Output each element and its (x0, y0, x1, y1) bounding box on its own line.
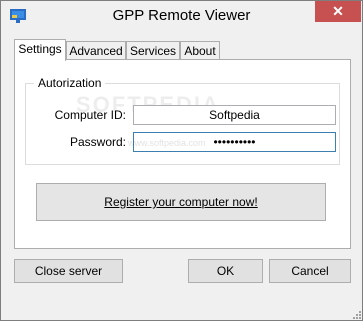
title-bar[interactable]: GPP Remote Viewer ✕ (1, 1, 362, 31)
tab-about[interactable]: About (180, 41, 220, 60)
authorization-group: Autorization SOFTPEDIA Computer ID: Soft… (25, 76, 340, 165)
app-window: GPP Remote Viewer ✕ Settings Advanced Se… (0, 0, 363, 321)
register-computer-button[interactable]: Register your computer now! (36, 183, 326, 221)
tab-services[interactable]: Services (126, 41, 180, 60)
tab-advanced[interactable]: Advanced (66, 41, 126, 60)
password-label: Password: (69, 135, 126, 149)
watermark-url: www.softpedia.com (128, 138, 206, 148)
settings-tab-panel: Autorization SOFTPEDIA Computer ID: Soft… (14, 59, 351, 249)
tab-settings[interactable]: Settings (14, 39, 66, 61)
close-icon: ✕ (332, 3, 344, 19)
close-window-button[interactable]: ✕ (315, 1, 361, 22)
computer-id-label: Computer ID: (54, 108, 126, 122)
window-title: GPP Remote Viewer (112, 7, 251, 24)
authorization-group-title: Autorization (34, 76, 106, 90)
ok-button[interactable]: OK (188, 259, 263, 283)
cancel-button[interactable]: Cancel (269, 259, 351, 283)
computer-id-field[interactable]: Softpedia (133, 105, 336, 125)
close-server-button[interactable]: Close server (14, 259, 123, 283)
resize-grip-icon[interactable] (352, 310, 362, 320)
